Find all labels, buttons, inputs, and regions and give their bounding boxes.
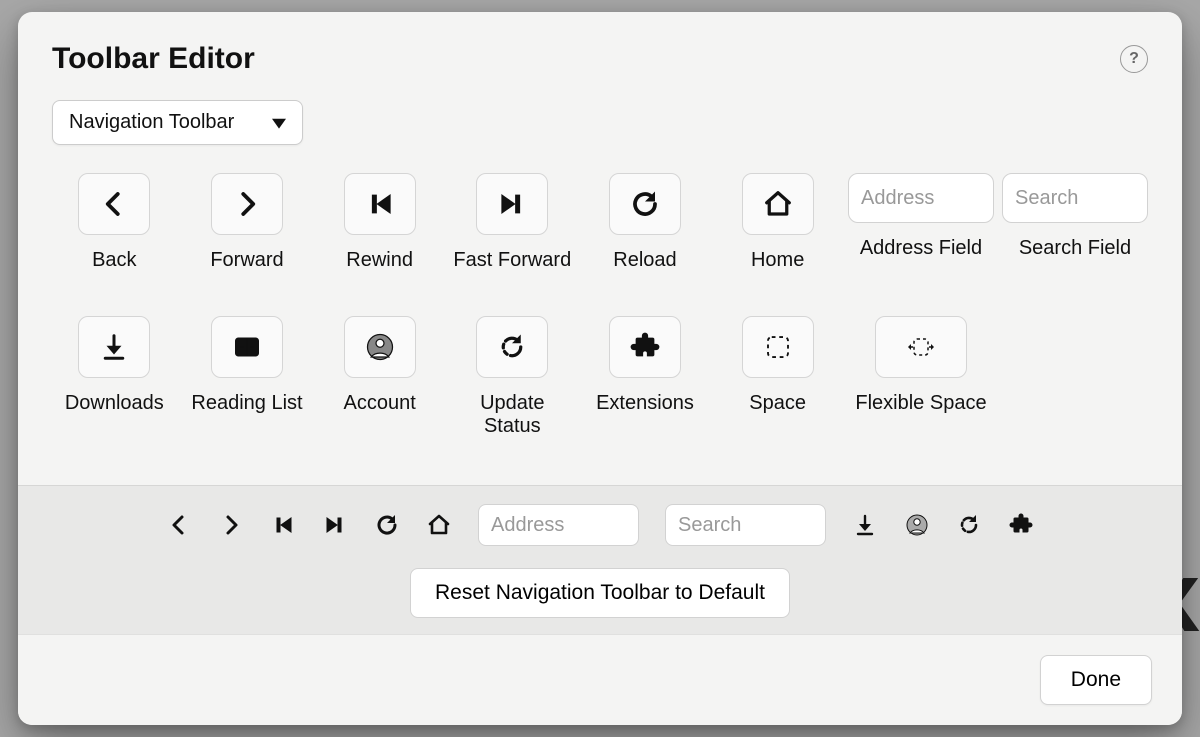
- palette-label: Account: [344, 392, 416, 415]
- palette-item-search-field[interactable]: Search Search Field: [1002, 173, 1148, 272]
- toolbar-preview: Address Search Reset Navigation Toolbar …: [18, 485, 1182, 634]
- palette-label: Update Status: [450, 392, 575, 438]
- download-icon: [99, 332, 129, 362]
- palette-item-home[interactable]: Home: [715, 173, 840, 272]
- palette-item-fast-forward[interactable]: Fast Forward: [450, 173, 575, 272]
- reset-toolbar-button[interactable]: Reset Navigation Toolbar to Default: [410, 568, 790, 618]
- palette-item-extensions[interactable]: Extensions: [583, 316, 708, 438]
- preview-address-field[interactable]: Address: [478, 504, 639, 546]
- palette-item-rewind[interactable]: Rewind: [317, 173, 442, 272]
- palette-label: Forward: [210, 249, 283, 272]
- palette-label: Reload: [613, 249, 676, 272]
- preview-search-field[interactable]: Search: [665, 504, 826, 546]
- palette-label: Back: [92, 249, 136, 272]
- palette-item-update-status[interactable]: Update Status: [450, 316, 575, 438]
- reload-icon: [630, 189, 660, 219]
- palette-item-forward[interactable]: Forward: [185, 173, 310, 272]
- chevron-left-icon: [167, 513, 191, 537]
- dialog-title: Toolbar Editor: [52, 42, 255, 76]
- toolbar-selector[interactable]: Navigation Toolbar: [52, 100, 303, 145]
- update-icon: [957, 513, 981, 537]
- preview-extensions[interactable]: [1008, 512, 1034, 538]
- palette-item-account[interactable]: Account: [317, 316, 442, 438]
- palette-item-address-field[interactable]: Address Address Field: [848, 173, 994, 272]
- palette-label: Reading List: [191, 392, 302, 415]
- help-button[interactable]: ?: [1120, 45, 1148, 73]
- puzzle-icon: [1009, 513, 1033, 537]
- palette-item-flexible-space[interactable]: Flexible Space: [848, 316, 994, 438]
- search-field-preview: Search: [1002, 173, 1148, 223]
- palette-label: Address Field: [860, 237, 982, 260]
- update-icon: [497, 332, 527, 362]
- preview-home[interactable]: [426, 512, 452, 538]
- puzzle-icon: [630, 332, 660, 362]
- skip-forward-icon: [323, 513, 347, 537]
- palette-item-space[interactable]: Space: [715, 316, 840, 438]
- palette: Back Forward Rewind Fast Forward Reload: [18, 173, 1182, 485]
- palette-label: Rewind: [346, 249, 413, 272]
- preview-back[interactable]: [166, 512, 192, 538]
- palette-item-reload[interactable]: Reload: [583, 173, 708, 272]
- address-field-preview: Address: [848, 173, 994, 223]
- palette-item-back[interactable]: Back: [52, 173, 177, 272]
- preview-account[interactable]: [904, 512, 930, 538]
- skip-forward-icon: [497, 189, 527, 219]
- palette-label: Downloads: [65, 392, 164, 415]
- palette-label: Search Field: [1019, 237, 1131, 260]
- preview-downloads[interactable]: [852, 512, 878, 538]
- reload-icon: [375, 513, 399, 537]
- toolbar-selector-label: Navigation Toolbar: [69, 111, 234, 134]
- palette-label: Space: [749, 392, 806, 415]
- account-icon: [905, 513, 929, 537]
- home-icon: [427, 513, 451, 537]
- skip-back-icon: [271, 513, 295, 537]
- preview-update-status[interactable]: [956, 512, 982, 538]
- help-icon: ?: [1129, 50, 1139, 68]
- preview-forward[interactable]: [218, 512, 244, 538]
- chevron-left-icon: [99, 189, 129, 219]
- space-icon: [763, 332, 793, 362]
- preview-reload[interactable]: [374, 512, 400, 538]
- account-icon: [365, 332, 395, 362]
- home-icon: [763, 189, 793, 219]
- flex-space-icon: [906, 332, 936, 362]
- done-button[interactable]: Done: [1040, 655, 1152, 705]
- palette-label: Flexible Space: [855, 392, 986, 415]
- book-icon: [232, 332, 262, 362]
- preview-fast-forward[interactable]: [322, 512, 348, 538]
- palette-label: Extensions: [596, 392, 694, 415]
- palette-label: Home: [751, 249, 804, 272]
- palette-item-downloads[interactable]: Downloads: [52, 316, 177, 438]
- dialog-footer: Done: [18, 634, 1182, 725]
- skip-back-icon: [365, 189, 395, 219]
- chevron-right-icon: [219, 513, 243, 537]
- palette-item-reading-list[interactable]: Reading List: [185, 316, 310, 438]
- palette-label: Fast Forward: [453, 249, 571, 272]
- toolbar-editor-dialog: Toolbar Editor ? Navigation Toolbar Back…: [18, 12, 1182, 725]
- download-icon: [853, 513, 877, 537]
- chevron-down-icon: [272, 116, 286, 130]
- chevron-right-icon: [232, 189, 262, 219]
- preview-rewind[interactable]: [270, 512, 296, 538]
